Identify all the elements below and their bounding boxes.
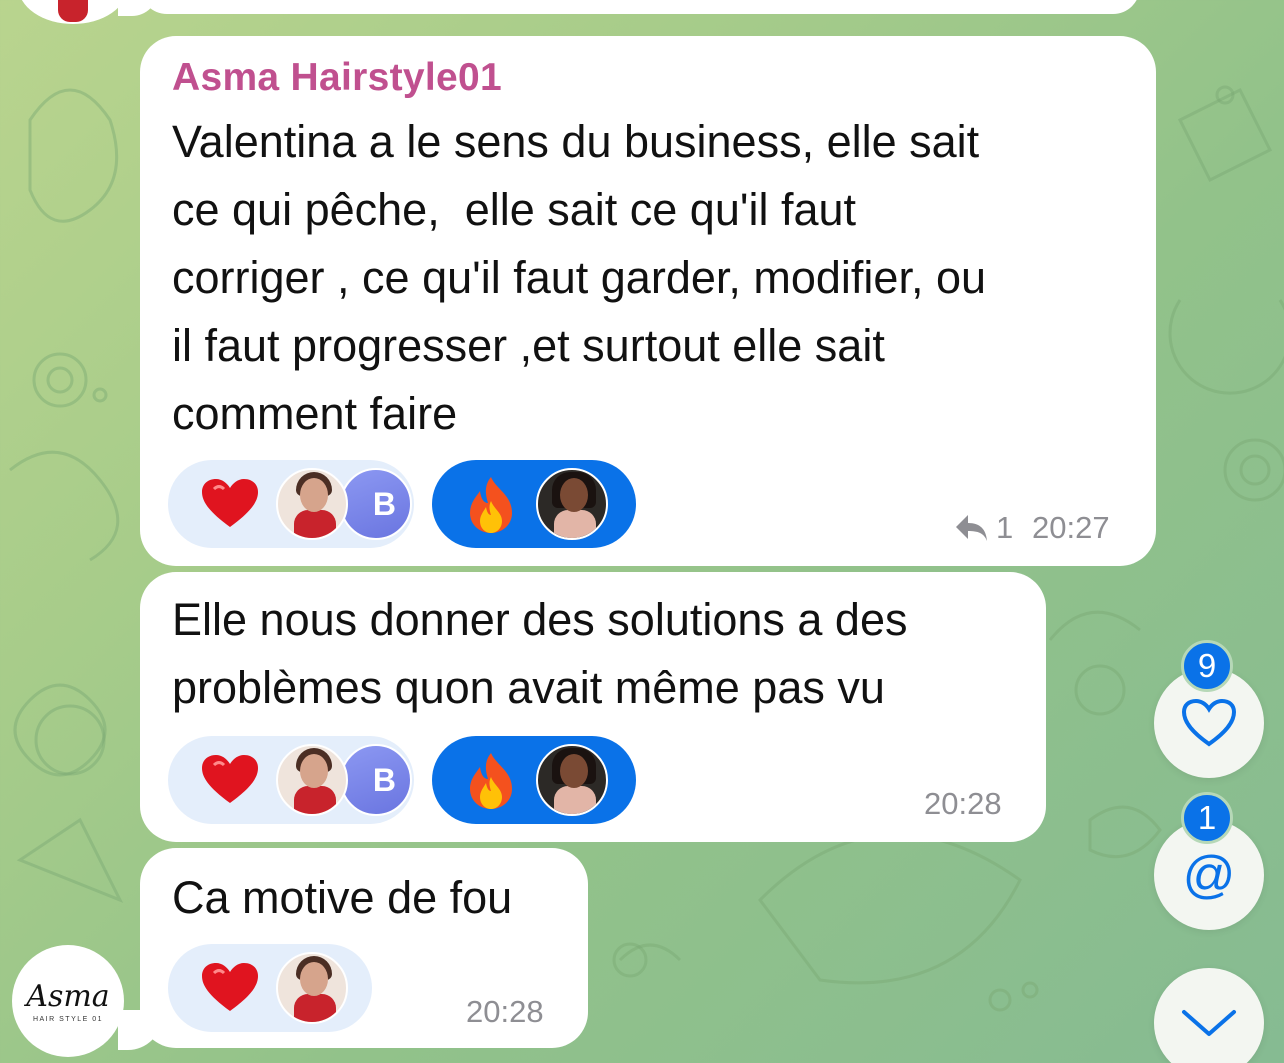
heart-emoji-icon — [202, 963, 258, 1011]
logo-subtitle: HAIR STYLE 01 — [32, 1016, 104, 1023]
message-bubble[interactable]: Elle nous donner des solutions a des pro… — [140, 572, 1046, 842]
reactor-avatar — [536, 744, 608, 816]
scroll-down-button[interactable] — [1154, 968, 1264, 1063]
reactor-avatar — [276, 744, 348, 816]
reactor-avatar-b: B — [340, 468, 412, 540]
chevron-down-icon — [1182, 1010, 1236, 1036]
heart-emoji-icon — [202, 755, 258, 803]
reactor-avatar — [276, 468, 348, 540]
message-text: Ca motive de fou — [172, 872, 513, 923]
reactor-avatar — [536, 468, 608, 540]
message-text: Valentina a le sens du business, elle sa… — [172, 116, 986, 439]
sender-avatar-logo[interactable]: Asma HAIR STYLE 01 — [12, 945, 124, 1057]
reply-indicator[interactable]: 1 — [954, 510, 1013, 546]
reactor-avatar — [276, 952, 348, 1024]
message-text: Elle nous donner des solutions a des pro… — [172, 594, 908, 713]
message-bubble[interactable]: Ca motive de fou 20:28 — [140, 848, 588, 1048]
at-icon: @ — [1182, 846, 1236, 904]
fire-emoji-icon — [470, 753, 512, 809]
reactor-avatar-b: B — [340, 744, 412, 816]
fire-emoji-icon — [470, 477, 512, 533]
heart-outline-icon — [1181, 698, 1237, 747]
reactions-badge: 9 — [1181, 640, 1233, 692]
reply-count: 1 — [996, 510, 1014, 545]
previous-message-bubble[interactable] — [140, 0, 1140, 14]
heart-emoji-icon — [202, 479, 258, 527]
previous-sender-avatar[interactable] — [18, 0, 128, 24]
message-time: 20:28 — [466, 994, 544, 1029]
message-time: 20:28 — [924, 786, 1002, 821]
sender-name[interactable]: Asma Hairstyle01 — [172, 56, 502, 100]
message-time: 20:27 — [1032, 510, 1110, 545]
logo-script: Asma — [26, 979, 110, 1014]
mentions-badge: 1 — [1181, 792, 1233, 844]
reply-arrow-icon — [956, 515, 987, 541]
message-bubble[interactable]: Asma Hairstyle01 Valentina a le sens du … — [140, 36, 1156, 566]
